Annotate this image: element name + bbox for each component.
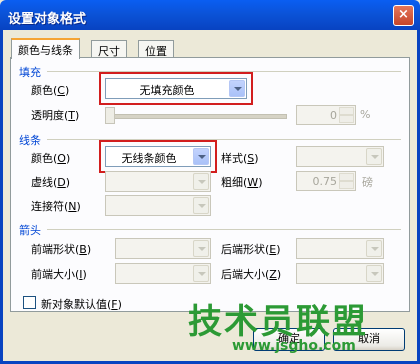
default-for-new-objects-label: 新对象默认值(F) (41, 298, 122, 311)
end-style-select[interactable] (296, 238, 384, 259)
begin-style-label: 前端形状(B) (31, 243, 92, 256)
begin-size-select[interactable] (115, 263, 211, 284)
tab-panel: 填充 颜色(C) 无填充颜色 透明度(T) 0 % 线条 颜色(O) 无线条颜色… (10, 57, 410, 312)
percent-sign: % (360, 108, 371, 121)
line-color-label: 颜色(O) (31, 152, 71, 165)
window-title: 设置对象格式 (8, 12, 87, 27)
close-button[interactable]: × (393, 5, 414, 26)
arrows-section-title: 箭头 (19, 224, 41, 237)
chevron-down-icon[interactable] (193, 197, 209, 214)
chevron-down-icon[interactable] (193, 265, 209, 282)
spin-up-icon[interactable] (339, 173, 354, 181)
dash-label: 虚线(D) (31, 176, 71, 189)
transparency-label: 透明度(T) (31, 109, 80, 122)
end-size-select[interactable] (296, 263, 384, 284)
highlight-box-line-color (99, 140, 217, 173)
title-bar: 设置对象格式 × (0, 0, 420, 30)
connector-label: 连接符(N) (31, 200, 81, 213)
chevron-down-icon[interactable] (366, 240, 382, 257)
default-for-new-objects-checkbox[interactable] (23, 296, 36, 309)
weight-label: 粗细(W) (221, 176, 263, 189)
chevron-down-icon[interactable] (193, 240, 209, 257)
highlight-box-fill-color (99, 72, 253, 105)
tab-size[interactable]: 尺寸 (91, 40, 127, 58)
dash-select[interactable] (105, 171, 211, 192)
transparency-slider[interactable] (105, 107, 287, 124)
line-section-title: 线条 (19, 134, 41, 147)
arrows-divider (47, 229, 401, 230)
transparency-spinner[interactable]: 0 (296, 105, 356, 125)
spin-up-icon[interactable] (339, 107, 354, 115)
fill-color-label: 颜色(C) (31, 84, 70, 97)
weight-spinner[interactable]: 0.75 (296, 171, 356, 191)
chevron-down-icon[interactable] (366, 148, 382, 165)
connector-select[interactable] (105, 195, 211, 216)
spin-down-icon[interactable] (339, 115, 354, 123)
line-style-label: 样式(S) (221, 152, 259, 165)
chevron-down-icon[interactable] (193, 173, 209, 190)
close-icon: × (398, 7, 409, 22)
slider-thumb[interactable] (105, 107, 115, 124)
tab-colors-and-lines[interactable]: 颜色与线条 (11, 38, 80, 59)
begin-style-select[interactable] (115, 238, 211, 259)
begin-size-label: 前端大小(I) (31, 268, 87, 281)
weight-unit: 磅 (362, 176, 373, 189)
watermark-brand: 技术员联盟 (188, 302, 368, 342)
end-style-label: 后端形状(E) (221, 243, 281, 256)
spin-down-icon[interactable] (339, 181, 354, 189)
line-style-select[interactable] (296, 146, 384, 167)
watermark-url: www.jsgho.com (232, 338, 356, 354)
end-size-label: 后端大小(Z) (221, 268, 282, 281)
chevron-down-icon[interactable] (366, 265, 382, 282)
tab-position[interactable]: 位置 (138, 40, 174, 58)
fill-section-title: 填充 (19, 66, 41, 79)
